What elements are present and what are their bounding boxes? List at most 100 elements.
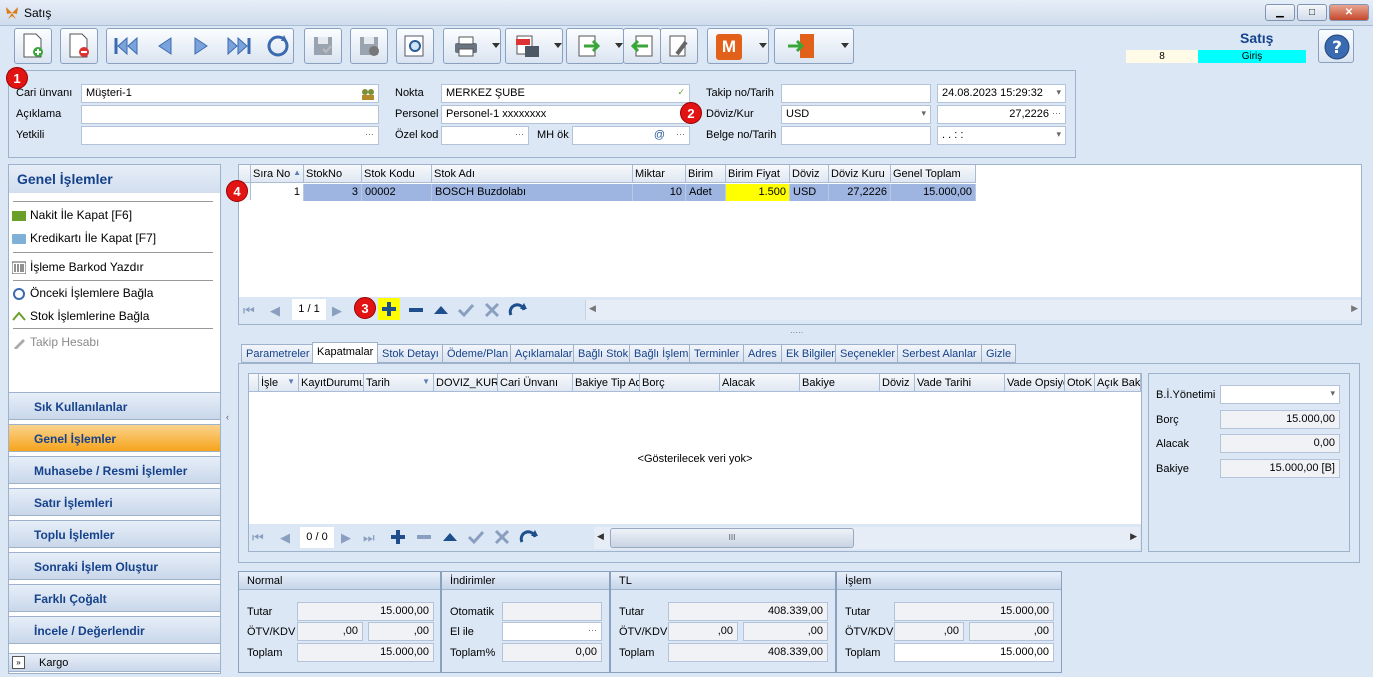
nav-satir-islemleri[interactable]: Satır İşlemleri (8, 488, 221, 516)
close-button[interactable]: ✕ (1329, 4, 1369, 21)
kredikarti-kapat-item[interactable]: Kredikartı İle Kapat [F7] (12, 231, 156, 245)
transfer-button[interactable] (566, 28, 624, 64)
new-button[interactable] (14, 28, 52, 64)
col-vade-opsiyon[interactable]: Vade Opsiyon (1005, 374, 1065, 392)
col-miktar[interactable]: Miktar (633, 165, 686, 183)
cell-birim[interactable]: Adet (686, 184, 726, 201)
customer-lookup-icon[interactable] (361, 88, 375, 100)
col-genel-toplam[interactable]: Genel Toplam (891, 165, 976, 183)
collapse-arrow-icon[interactable]: ‹ (226, 412, 229, 422)
first-record-icon[interactable] (111, 35, 141, 57)
nav-sik-kullanilanlar[interactable]: Sık Kullanılanlar (8, 392, 221, 420)
cell-birim-fiyat[interactable]: 1.500 (726, 184, 790, 201)
ellipsis-icon[interactable]: ··· (1052, 108, 1061, 118)
first-page-icon[interactable]: ⏮ (243, 303, 255, 319)
last-page-icon[interactable]: ⏭ (363, 530, 375, 546)
delete-button[interactable] (60, 28, 98, 64)
col-otok[interactable]: OtoK (1065, 374, 1095, 392)
chevron-down-icon[interactable]: ▾ (1056, 87, 1061, 98)
nav-genel-islemler[interactable]: Genel İşlemler (8, 424, 221, 452)
col-birim-fiyat[interactable]: Birim Fiyat (726, 165, 790, 183)
ellipsis-icon[interactable]: ··· (588, 625, 597, 635)
exit-button[interactable] (774, 28, 854, 64)
maximize-button[interactable]: □ (1297, 4, 1327, 21)
m-menu-button[interactable]: M (707, 28, 769, 64)
col-tarih[interactable]: Tarih ▼ (364, 374, 434, 392)
nokta-input[interactable]: MERKEZ ŞUBE ✓ (441, 84, 690, 103)
nav-sonraki-islem[interactable]: Sonraki İşlem Oluştur (8, 552, 221, 580)
takip-hesabi-item[interactable]: Takip Hesabı (12, 335, 99, 350)
col-birim[interactable]: Birim (686, 165, 726, 183)
tab-aciklamalar[interactable]: Açıklamalar (510, 344, 578, 363)
scroll-left-icon[interactable]: ◀ (589, 303, 596, 314)
tab-adres[interactable]: Adres (743, 344, 782, 363)
cell-doviz[interactable]: USD (790, 184, 829, 201)
elile-input[interactable]: ··· (502, 622, 602, 641)
belge-no-input[interactable] (781, 126, 931, 145)
chevron-down-icon[interactable]: ▾ (1056, 129, 1061, 140)
tab-ek-bilgiler[interactable]: Ek Bilgiler (781, 344, 840, 363)
prev-page-icon[interactable]: ◀ (270, 303, 280, 319)
cari-unvani-input[interactable]: Müşteri-1 (81, 84, 379, 103)
export-pdf-button[interactable] (505, 28, 563, 64)
col-isle[interactable]: İşle ▼ (259, 374, 299, 392)
help-button[interactable]: ? (1318, 29, 1354, 63)
barkod-yazdir-item[interactable]: İşleme Barkod Yazdır (12, 260, 144, 275)
minus-icon[interactable] (414, 527, 434, 547)
stok-islemlerine-bagla-item[interactable]: Stok İşlemlerine Bağla (12, 309, 149, 323)
save-close-button[interactable] (350, 28, 388, 64)
tab-terminler[interactable]: Terminler (689, 344, 745, 363)
ellipsis-icon[interactable]: ··· (515, 129, 524, 139)
cell-sira-no[interactable]: 1 (251, 184, 304, 201)
email-at-icon[interactable]: @ (654, 129, 665, 141)
tab-bagli-stok[interactable]: Bağlı Stok (573, 344, 634, 363)
scroll-right-icon[interactable]: ▶ (1351, 303, 1358, 314)
first-page-icon[interactable]: ⏮ (252, 530, 264, 546)
redo-icon[interactable] (507, 300, 529, 320)
col-borc[interactable]: Borç (640, 374, 720, 392)
scroll-right-icon[interactable]: ▶ (1130, 531, 1137, 542)
scroll-thumb[interactable]: III (610, 528, 854, 548)
next-record-icon[interactable] (190, 35, 212, 57)
up-arrow-icon[interactable] (431, 300, 451, 320)
cell-miktar[interactable]: 10 (633, 184, 686, 201)
add-row-button[interactable] (378, 298, 400, 320)
tab-kapatmalar[interactable]: Kapatmalar (312, 342, 379, 364)
tab-secenekler[interactable]: Seçenekler (835, 344, 901, 363)
minus-icon[interactable] (406, 300, 426, 320)
preview-button[interactable] (396, 28, 434, 64)
tarih-input[interactable]: 24.08.2023 15:29:32 ▾ (937, 84, 1066, 103)
takip-no-input[interactable] (781, 84, 931, 103)
save-button[interactable] (304, 28, 342, 64)
col-stok-kodu[interactable]: Stok Kodu (362, 165, 432, 183)
next-page-icon[interactable]: ▶ (341, 530, 351, 546)
tab-parametreler[interactable]: Parametreler (241, 344, 315, 363)
bi-yonetimi-select[interactable]: ▾ (1220, 385, 1340, 404)
col-sira-no[interactable]: Sıra No ▲ (251, 165, 304, 183)
cell-stok-adi[interactable]: BOSCH Buzdolabı (432, 184, 633, 201)
mh-ok-input[interactable]: @ ··· (572, 126, 690, 145)
kapatma-scrollbar[interactable]: ◀ III ▶ (594, 527, 1140, 549)
nav-incele[interactable]: İncele / Değerlendir (8, 616, 221, 644)
col-stokno[interactable]: StokNo (304, 165, 362, 183)
settings-button[interactable] (660, 28, 698, 64)
col-kayit-durumu[interactable]: KayıtDurumu (299, 374, 364, 392)
col-vade-tarihi[interactable]: Vade Tarihi (915, 374, 1005, 392)
tab-gizle[interactable]: Gizle (981, 344, 1017, 363)
personel-input[interactable]: Personel-1 xxxxxxxx (441, 105, 690, 124)
plus-icon[interactable] (388, 527, 408, 547)
horizontal-scrollbar[interactable]: ◀ ▶ (585, 300, 1361, 320)
cell-stokno[interactable]: 3 (304, 184, 362, 201)
col-cari-unvani[interactable]: Cari Ünvanı (498, 374, 573, 392)
check-icon[interactable] (466, 527, 486, 547)
col-bakiye-tip[interactable]: Bakiye Tip Ac (573, 374, 640, 392)
cell-genel-toplam[interactable]: 15.000,00 (891, 184, 976, 201)
chevron-down-icon[interactable]: ▾ (1330, 388, 1335, 399)
minimize-button[interactable]: ▁ (1265, 4, 1295, 21)
import-button[interactable] (623, 28, 661, 64)
refresh-icon[interactable] (265, 33, 291, 59)
kargo-bar[interactable]: » Kargo (8, 653, 221, 672)
onceki-islemlere-bagla-item[interactable]: Önceki İşlemlere Bağla (12, 286, 153, 301)
belge-tarih-input[interactable]: . . : : ▾ (937, 126, 1066, 145)
tab-serbest-alanlar[interactable]: Serbest Alanlar (897, 344, 982, 363)
